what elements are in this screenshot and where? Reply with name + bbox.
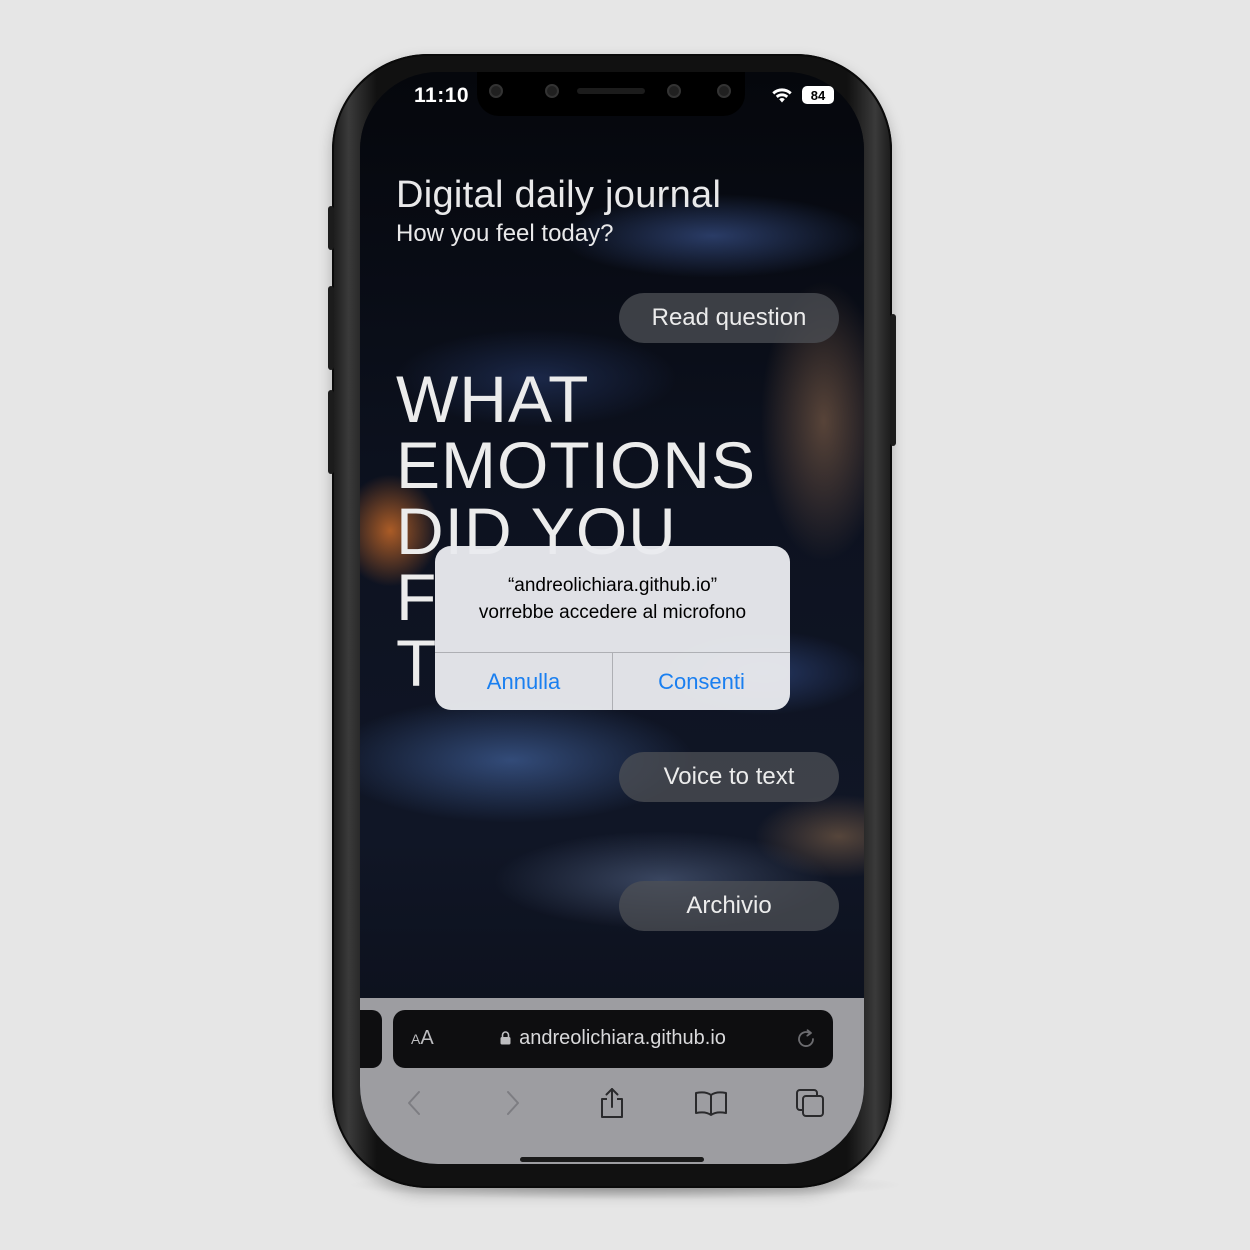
tabs-icon[interactable] <box>793 1086 827 1120</box>
forward-icon[interactable] <box>496 1086 530 1120</box>
face-id-sensor-icon <box>717 84 731 98</box>
status-bar: 11:10 84 <box>360 72 864 128</box>
volume-up-button <box>328 286 334 370</box>
app-title: Digital daily journal <box>396 174 722 216</box>
status-icons: 84 <box>770 86 834 104</box>
url-field[interactable]: andreolichiara.github.io <box>393 1027 833 1050</box>
alert-button-row: Annulla Consenti <box>435 652 790 710</box>
front-camera-icon <box>489 84 503 98</box>
question-line: EMOTIONS <box>396 428 757 502</box>
alert-request: vorrebbe accedere al microfono <box>478 602 747 623</box>
wifi-icon <box>772 88 792 103</box>
read-question-button[interactable]: Read question <box>619 293 839 343</box>
battery-indicator: 84 <box>802 86 834 104</box>
sensor-icon <box>545 84 559 98</box>
archive-button[interactable]: Archivio <box>619 881 839 931</box>
share-icon[interactable] <box>595 1086 629 1120</box>
alert-origin: “andreolichiara.github.io” <box>507 575 718 596</box>
app-subtitle: How you feel today? <box>396 220 614 247</box>
address-bar[interactable]: AA andreolichiara.github.io <box>393 1010 833 1068</box>
browser-bottom-bar: AA andreolichiara.github.io <box>360 998 864 1164</box>
cancel-button[interactable]: Annulla <box>435 653 612 710</box>
power-button <box>890 314 896 446</box>
phone-screen: 11:10 84 Digital daily journal How you f… <box>360 72 864 1164</box>
proximity-sensor-icon <box>667 84 681 98</box>
status-time: 11:10 <box>414 84 470 107</box>
voice-to-text-button[interactable]: Voice to text <box>619 752 839 802</box>
lock-icon <box>500 1031 511 1045</box>
mute-switch <box>328 206 334 250</box>
reload-icon[interactable] <box>795 1028 817 1050</box>
bookmarks-icon[interactable] <box>694 1086 728 1120</box>
question-line: WHAT <box>396 362 590 436</box>
browser-toolbar <box>360 1080 864 1126</box>
allow-button[interactable]: Consenti <box>612 653 790 710</box>
back-icon[interactable] <box>397 1086 431 1120</box>
previous-tab-preview[interactable] <box>360 1010 382 1068</box>
volume-down-button <box>328 390 334 474</box>
alert-message: “andreolichiara.github.io” vorrebbe acce… <box>435 572 790 626</box>
notch <box>477 72 745 116</box>
earpiece-speaker <box>577 88 645 94</box>
url-text: andreolichiara.github.io <box>519 1027 726 1049</box>
home-indicator[interactable] <box>520 1157 704 1162</box>
microphone-permission-alert: “andreolichiara.github.io” vorrebbe acce… <box>435 546 790 710</box>
